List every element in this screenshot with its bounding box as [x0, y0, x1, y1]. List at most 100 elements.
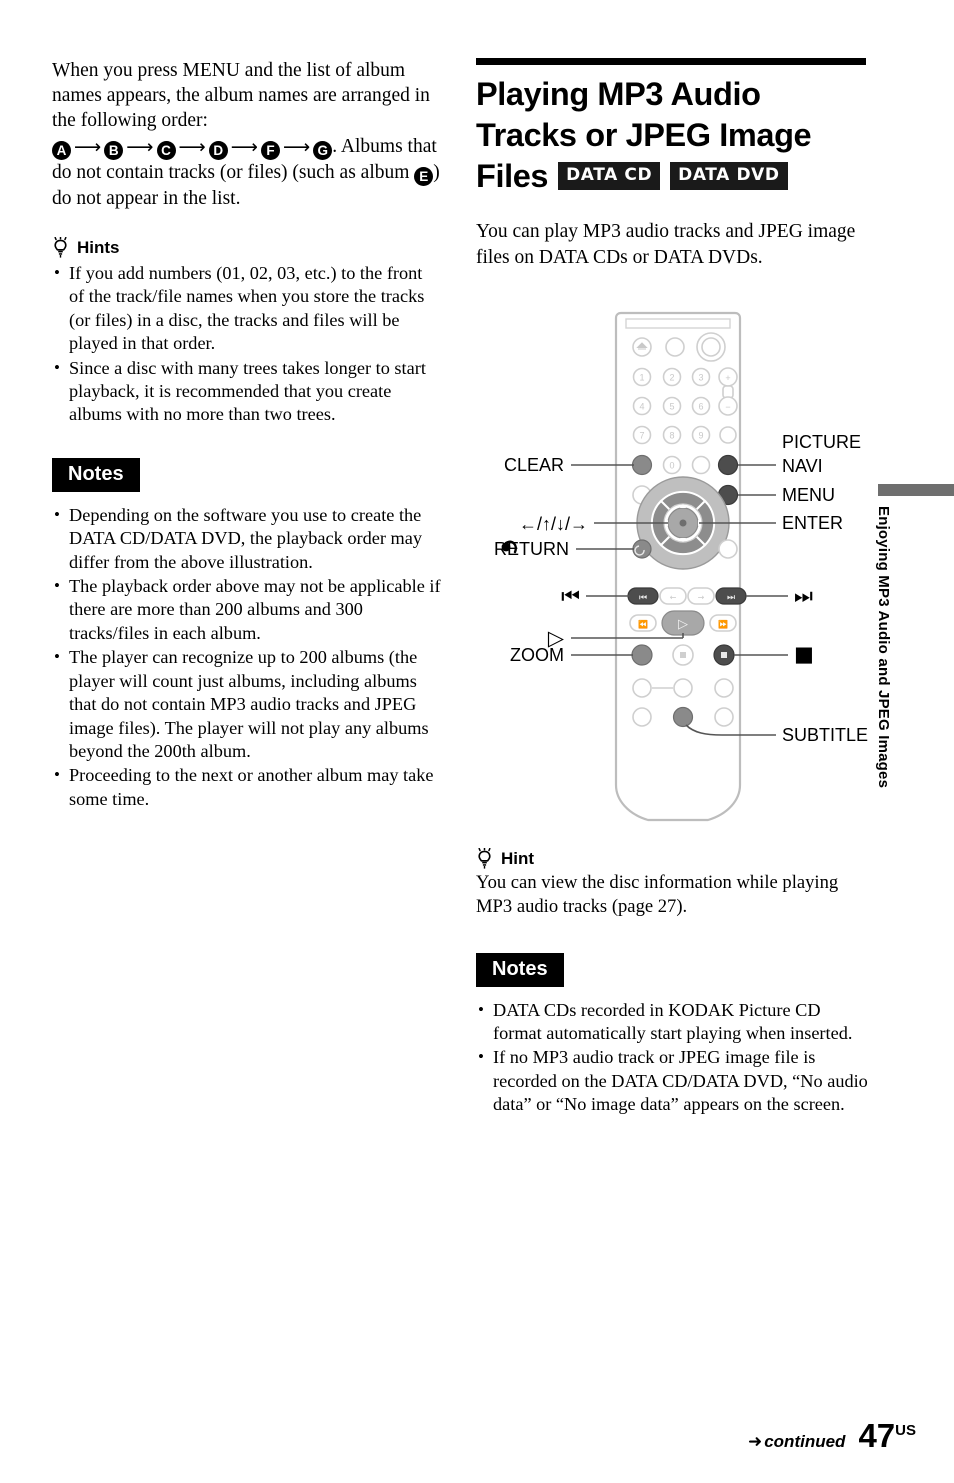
label-menu: MENU — [782, 485, 835, 505]
album-order-chain: A ⟶ B ⟶ C ⟶ D ⟶ F ⟶ G — [52, 135, 333, 160]
time-button — [632, 707, 652, 727]
arrow-icon: ⟶ — [283, 135, 311, 158]
svg-text:5: 5 — [669, 402, 674, 412]
badge-data-cd: DATA CD — [558, 162, 661, 190]
key-misc — [691, 455, 711, 475]
album-badge-f: F — [261, 140, 280, 160]
label-next-track: ⏭ — [794, 584, 813, 608]
page-number-value: 47 — [858, 1417, 896, 1454]
svg-text:7: 7 — [639, 431, 644, 441]
setup-button — [714, 707, 734, 727]
page-footer: ➜ continued 47US — [748, 1417, 916, 1455]
svg-text:→: → — [698, 593, 705, 602]
svg-text:▷: ▷ — [678, 617, 688, 632]
badge-data-dvd: DATA DVD — [670, 162, 788, 190]
notes-list-right: DATA CDs recorded in KODAK Picture CD fo… — [476, 998, 868, 1117]
document-page: When you press MENU and the list of albu… — [0, 0, 954, 1483]
list-item: The player can recognize up to 200 album… — [52, 645, 442, 763]
label-zoom: ZOOM — [510, 645, 564, 665]
hint-heading-label: Hint — [501, 849, 535, 868]
title-rule — [476, 58, 866, 65]
audio-button — [632, 678, 652, 698]
label-picture-navi-line1: PICTURE — [782, 432, 861, 452]
continued-label: continued — [764, 1432, 846, 1451]
list-item: If you add numbers (01, 02, 03, etc.) to… — [52, 261, 442, 356]
svg-text:+: + — [725, 373, 730, 383]
display-button-2 — [714, 678, 734, 698]
svg-text:←: ← — [670, 593, 677, 602]
page-title: Playing MP3 Audio Tracks or JPEG Image F… — [476, 74, 866, 197]
arrow-icon: ⟶ — [178, 135, 206, 158]
svg-text:−: − — [725, 402, 730, 412]
list-item: Proceeding to the next or another album … — [52, 763, 442, 811]
section-tab-bar — [878, 484, 954, 496]
list-item: Depending on the software you use to cre… — [52, 503, 442, 574]
label-picture-navi-line2: NAVI — [782, 456, 823, 476]
title-button — [718, 539, 738, 559]
svg-text:⏭: ⏭ — [727, 593, 735, 603]
hints-heading: Hints — [52, 237, 442, 258]
notes-list: Depending on the software you use to cre… — [52, 503, 442, 811]
hints-heading-label: Hints — [77, 238, 120, 258]
svg-text:⏩: ⏩ — [718, 619, 728, 629]
picture-navi-button — [717, 454, 739, 476]
arrow-icon: ⟶ — [74, 135, 102, 158]
page-number: 47US — [858, 1417, 916, 1455]
label-clear: CLEAR — [504, 455, 564, 475]
section-intro: You can play MP3 audio tracks and JPEG i… — [476, 221, 856, 268]
album-badge-b: B — [104, 140, 124, 160]
page-title-line2: Tracks or JPEG Image — [476, 117, 812, 153]
intro-paragraph: When you press MENU and the list of albu… — [52, 58, 442, 211]
clear-button — [631, 454, 653, 476]
label-prev-track: ⏮ — [561, 584, 580, 608]
notes-heading: Notes — [52, 457, 140, 492]
svg-text:4: 4 — [639, 402, 644, 412]
label-subtitle: SUBTITLE — [782, 725, 868, 745]
svg-text:8: 8 — [669, 431, 674, 441]
remote-control-diagram: .lbl { font-family: "Liberation Sans", s… — [476, 305, 876, 830]
power-button — [665, 337, 685, 357]
label-stop: ■ — [794, 642, 814, 666]
arrow-right-icon: ➜ — [747, 1432, 763, 1452]
right-column: Playing MP3 Audio Tracks or JPEG Image F… — [476, 58, 866, 270]
play-row: ⏪ ▷ ⏩ — [629, 610, 737, 636]
arrow-icon: ⟶ — [230, 135, 258, 158]
hint-text: You can view the disc information while … — [476, 872, 839, 917]
svg-text:2: 2 — [669, 373, 674, 383]
album-badge-c: C — [156, 140, 176, 160]
section-tab-label: Enjoying MP3 Audio and JPEG Images — [875, 506, 892, 789]
notes-heading-right: Notes — [476, 952, 564, 987]
album-badge-e: E — [414, 166, 434, 186]
continued-marker: ➜ continued — [748, 1432, 845, 1452]
transport-row — [631, 644, 735, 666]
list-item: If no MP3 audio track or JPEG image file… — [476, 1045, 868, 1116]
arrow-icon: ⟶ — [126, 135, 154, 158]
svg-text:9: 9 — [698, 431, 703, 441]
svg-text:6: 6 — [698, 402, 703, 412]
label-return: RETURN — [494, 539, 569, 559]
page-number-suffix: US — [895, 1422, 916, 1439]
album-badge-a: A — [52, 140, 71, 160]
list-item: The playback order above may not be appl… — [52, 574, 442, 645]
svg-text:0: 0 — [669, 461, 674, 471]
intro-text-part1: When you press MENU and the list of albu… — [52, 60, 430, 132]
right-column-lower: Hint You can view the disc information w… — [476, 848, 868, 1118]
volume-rocker: + − — [718, 367, 738, 444]
page-title-line3: Files — [476, 158, 549, 194]
angle-button — [673, 678, 693, 698]
list-item: Since a disc with many trees takes longe… — [52, 356, 442, 427]
hint-heading: Hint — [476, 848, 868, 869]
left-column: When you press MENU and the list of albu… — [52, 58, 442, 812]
zoom-button — [631, 644, 653, 666]
lightbulb-icon — [476, 848, 493, 869]
hints-list: If you add numbers (01, 02, 03, etc.) to… — [52, 261, 442, 427]
label-direction-pad: ←/↑/↓/→ — [519, 514, 588, 534]
album-badge-g: G — [313, 140, 333, 160]
svg-text:⏪: ⏪ — [638, 619, 648, 629]
album-badge-d: D — [208, 140, 228, 160]
svg-text:⏮: ⏮ — [639, 593, 647, 603]
svg-text:3: 3 — [698, 373, 703, 383]
page-title-line1: Playing MP3 Audio — [476, 76, 761, 112]
lightbulb-icon — [52, 237, 69, 258]
list-item: DATA CDs recorded in KODAK Picture CD fo… — [476, 998, 868, 1046]
